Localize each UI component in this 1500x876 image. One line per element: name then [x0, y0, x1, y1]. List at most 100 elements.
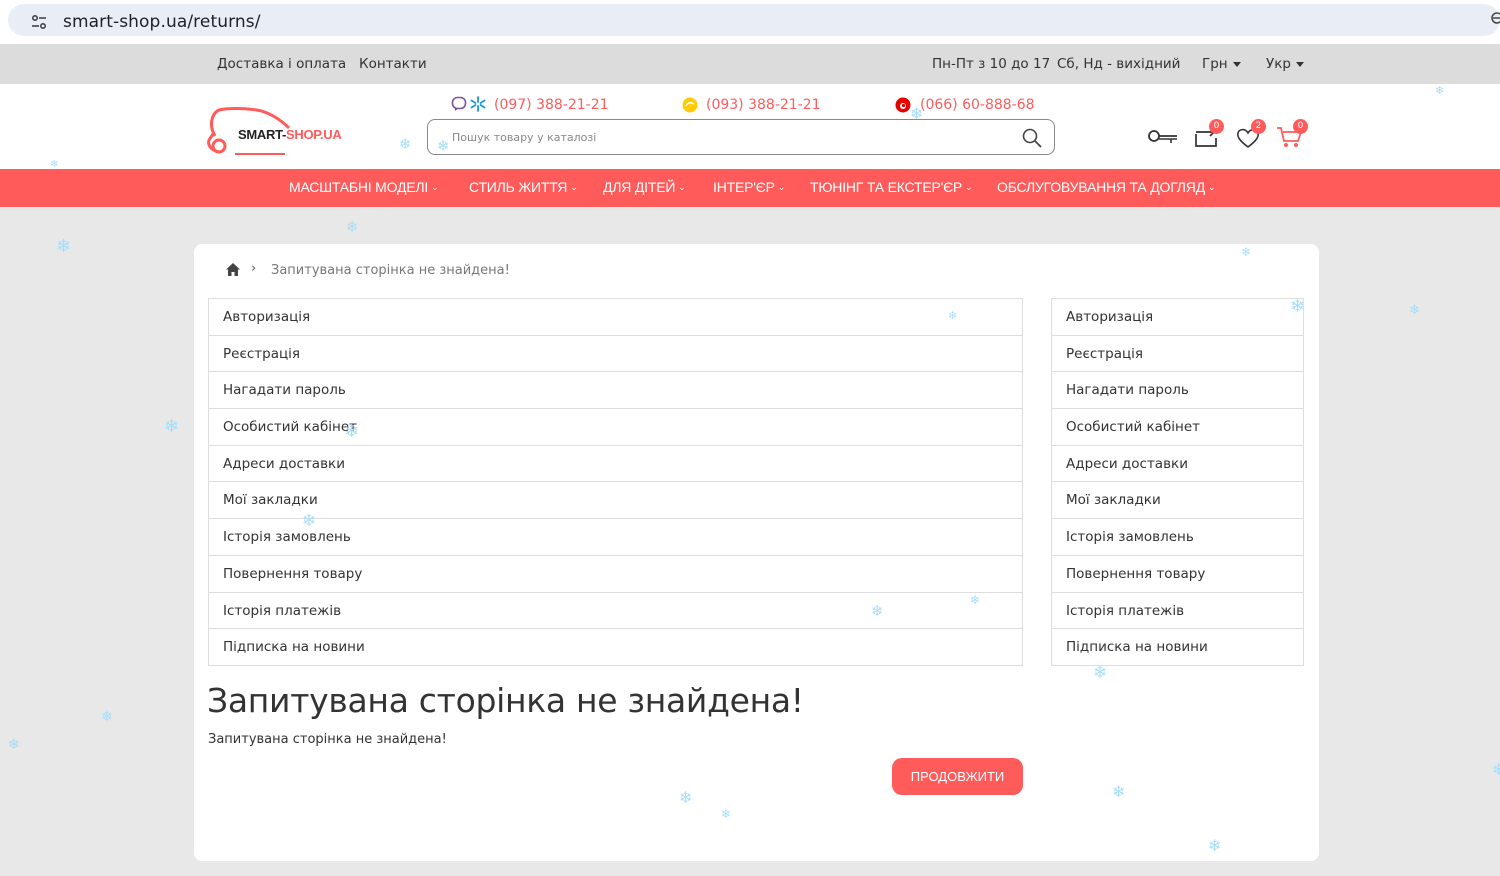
- chevron-down-icon: ⌄: [965, 182, 973, 192]
- nav-kids[interactable]: ДЛЯ ДІТЕЙ ⌄: [603, 179, 686, 195]
- snowflake-icon: ❄: [970, 593, 981, 607]
- lifecell-icon: [682, 97, 698, 113]
- chevron-down-icon: ⌄: [777, 182, 786, 192]
- url-text[interactable]: smart-shop.ua/returns/: [63, 12, 261, 32]
- sidebar-login[interactable]: Авторизація: [1052, 299, 1303, 336]
- snowflake-icon: ❄: [721, 807, 732, 821]
- sidebar-returns[interactable]: Повернення товару: [1052, 556, 1303, 593]
- sidebar-order-history[interactable]: Історія замовлень: [1052, 519, 1303, 556]
- menu-order-history[interactable]: Історія замовлень: [209, 519, 1022, 556]
- delivery-link[interactable]: Доставка і оплата: [217, 56, 346, 72]
- sidebar-transactions[interactable]: Історія платежів: [1052, 593, 1303, 630]
- search-input[interactable]: Пошук товару у каталозі: [427, 119, 1055, 155]
- chevron-down-icon: ⌄: [1208, 182, 1216, 192]
- nav-maintenance[interactable]: ОБСЛУГОВУВАННЯ ТА ДОГЛЯД ⌄: [997, 179, 1216, 195]
- nav-tuning[interactable]: ТЮНІНГ ТА ЕКСТЕР'ЄР ⌄: [810, 179, 973, 195]
- menu-register[interactable]: Реєстрація: [209, 336, 1022, 373]
- continue-button[interactable]: ПРОДОВЖИТИ: [892, 758, 1023, 795]
- currency-dropdown[interactable]: Грн: [1202, 56, 1241, 72]
- menu-addresses[interactable]: Адреси доставки: [209, 446, 1022, 483]
- contacts-link[interactable]: Контакти: [359, 56, 427, 72]
- main-nav: МАСШТАБНІ МОДЕЛІ ⌄ СТИЛЬ ЖИТТЯ ⌄ ДЛЯ ДІТЕЙ…: [0, 169, 1500, 207]
- menu-newsletter[interactable]: Підписка на новини: [209, 629, 1022, 666]
- page-title: Запитувана сторінка не знайдена!: [207, 681, 804, 720]
- cart-badge: 0: [1293, 119, 1308, 134]
- nav-label: МАСШТАБНІ МОДЕЛІ: [289, 179, 429, 195]
- snowflake-icon: ❄: [948, 309, 958, 322]
- sidebar-register[interactable]: Реєстрація: [1052, 336, 1303, 373]
- snowflake-icon: ❄: [101, 709, 113, 725]
- menu-login[interactable]: Авторизація: [209, 299, 1022, 336]
- account-menu-sidebar: Авторизація Реєстрація Нагадати пароль О…: [1051, 298, 1304, 666]
- nav-lifestyle[interactable]: СТИЛЬ ЖИТТЯ ⌄: [469, 179, 578, 195]
- snowflake-icon: ❄: [1492, 760, 1500, 779]
- logo-car-icon[interactable]: [205, 96, 355, 156]
- account-menu-main: Авторизація Реєстрація Нагадати пароль О…: [208, 298, 1023, 666]
- nav-interior[interactable]: ІНТЕР'ЄР ⌄: [713, 179, 785, 195]
- logo-main: SMART-: [238, 127, 287, 142]
- browser-toolbar: smart-shop.ua/returns/: [0, 0, 1500, 44]
- nav-label: ІНТЕР'ЄР: [713, 179, 775, 195]
- phone-lifecell[interactable]: (093) 388-21-21: [706, 97, 821, 113]
- chevron-down-icon: ⌄: [678, 182, 686, 192]
- snowflake-icon: ❄: [437, 137, 450, 155]
- wishlist-badge: 2: [1251, 119, 1266, 134]
- chevron-down-icon: [1232, 61, 1241, 67]
- page-message: Запитувана сторінка не знайдена!: [208, 732, 447, 747]
- nav-label: ОБСЛУГОВУВАННЯ ТА ДОГЛЯД: [997, 179, 1205, 195]
- hours-weekdays: Пн-Пт з 10 до 17: [932, 56, 1051, 72]
- nav-label: СТИЛЬ ЖИТТЯ: [469, 179, 568, 195]
- snowflake-icon: ❄: [56, 236, 72, 257]
- nav-label: ДЛЯ ДІТЕЙ: [603, 179, 676, 195]
- snowflake-icon: ❄: [1435, 84, 1445, 97]
- snowflake-icon: ❄: [8, 737, 20, 753]
- logo-accent: SHOP.UA: [286, 127, 342, 142]
- snowflake-icon: ❄: [679, 788, 693, 807]
- phone-vodafone[interactable]: (066) 60-888-68: [920, 97, 1035, 113]
- sidebar-newsletter[interactable]: Підписка на новини: [1052, 629, 1303, 666]
- nav-scale-models[interactable]: МАСШТАБНІ МОДЕЛІ ⌄: [289, 179, 439, 195]
- snowflake-icon: ❄: [164, 416, 180, 437]
- home-icon[interactable]: [226, 263, 240, 276]
- phone-kyivstar[interactable]: (097) 388-21-21: [494, 97, 609, 113]
- breadcrumb-current: Запитувана сторінка не знайдена!: [271, 263, 510, 278]
- chevron-down-icon: ⌄: [570, 182, 578, 192]
- top-info-bar: Доставка і оплата Контакти Пн-Пт з 10 до…: [0, 44, 1500, 84]
- viber-icon: [451, 96, 467, 111]
- vodafone-icon: [895, 97, 911, 113]
- snowflake-icon: ❄: [871, 602, 884, 620]
- menu-transactions[interactable]: Історія платежів: [209, 593, 1022, 630]
- menu-wishlist[interactable]: Мої закладки: [209, 482, 1022, 520]
- menu-account[interactable]: Особистий кабінет: [209, 409, 1022, 446]
- search-placeholder: Пошук товару у каталозі: [452, 131, 597, 144]
- snowflake-icon: ❄: [1093, 663, 1108, 683]
- snowflake-icon: ❄: [1290, 296, 1306, 317]
- nav-label: ТЮНІНГ ТА ЕКСТЕР'ЄР: [810, 179, 963, 195]
- key-icon[interactable]: [1147, 127, 1179, 151]
- lens-icon[interactable]: [1490, 11, 1500, 25]
- language-dropdown[interactable]: Укр: [1266, 56, 1304, 72]
- snowflake-icon: ❄: [302, 511, 317, 531]
- hours-weekend: Сб, Нд - вихідний: [1057, 56, 1181, 72]
- snowflake-icon: ❄: [399, 135, 412, 153]
- menu-forgot-password[interactable]: Нагадати пароль: [209, 372, 1022, 410]
- logo-text[interactable]: SMART-SHOP.UA: [238, 127, 342, 142]
- snowflake-icon: ❄: [1208, 836, 1222, 855]
- chevron-down-icon: ⌄: [431, 182, 439, 192]
- search-icon[interactable]: [1022, 128, 1042, 148]
- snowflake-icon: ❄: [1241, 245, 1252, 259]
- sidebar-wishlist[interactable]: Мої закладки: [1052, 482, 1303, 520]
- language-label: Укр: [1266, 56, 1291, 72]
- compare-badge: 0: [1209, 119, 1224, 134]
- chevron-right-icon: ›: [251, 261, 257, 276]
- snowflake-icon: ❄: [1409, 303, 1420, 318]
- address-bar[interactable]: smart-shop.ua/returns/: [8, 4, 1500, 36]
- sidebar-forgot-password[interactable]: Нагадати пароль: [1052, 372, 1303, 410]
- snowflake-icon: ❄: [346, 218, 359, 236]
- site-settings-icon[interactable]: [30, 13, 48, 31]
- sidebar-account[interactable]: Особистий кабінет: [1052, 409, 1303, 446]
- menu-returns[interactable]: Повернення товару: [209, 556, 1022, 593]
- site-header: SMART-SHOP.UA (097) 388-21-21 (093) 388-…: [0, 84, 1500, 169]
- snowflake-icon: ❄: [50, 159, 59, 170]
- sidebar-addresses[interactable]: Адреси доставки: [1052, 446, 1303, 483]
